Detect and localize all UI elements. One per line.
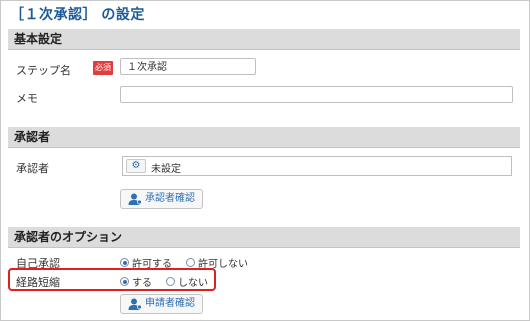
memo-label: メモ xyxy=(16,93,38,105)
radio-selected-icon xyxy=(120,258,129,267)
approver-value: 未設定 xyxy=(151,164,181,175)
step-name-label: ステップ名 xyxy=(16,65,71,77)
radio-unselected-icon xyxy=(186,258,195,267)
required-badge: 必須 xyxy=(93,61,113,75)
section-approver-options: 承認者のオプション xyxy=(8,227,520,248)
person-icon xyxy=(128,193,142,205)
highlight-box xyxy=(8,268,216,291)
gear-icon[interactable]: ⚙ xyxy=(126,159,146,173)
page-title: ［１次承認］ の設定 xyxy=(10,6,145,22)
approver-field: ⚙ 未設定 xyxy=(122,156,512,176)
applicant-confirm-button[interactable]: 申請者確認 xyxy=(120,294,203,314)
section-basic-settings: 基本設定 xyxy=(8,29,520,50)
approver-confirm-button[interactable]: 承認者確認 xyxy=(120,189,203,209)
approver-confirm-label: 承認者確認 xyxy=(145,193,195,204)
step-name-input[interactable]: １次承認 xyxy=(120,58,256,75)
applicant-confirm-label: 申請者確認 xyxy=(145,298,195,309)
memo-input[interactable] xyxy=(120,86,513,103)
approver-label: 承認者 xyxy=(16,163,49,175)
person-icon xyxy=(128,298,142,310)
section-approver: 承認者 xyxy=(8,127,520,148)
